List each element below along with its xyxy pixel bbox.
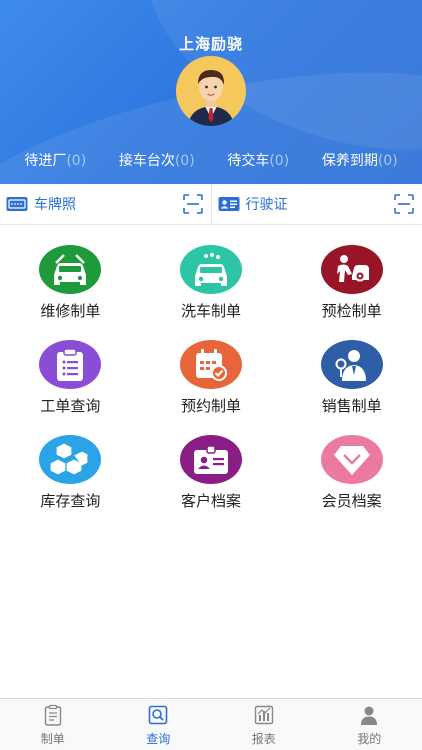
user-icon [361,706,378,725]
grid-item-wash-order[interactable]: 洗车制单 [141,245,282,321]
grid-item-label: 洗车制单 [180,302,241,320]
grid-item-label: 工单查询 [40,397,101,415]
search-doc-icon [148,705,168,725]
grid-item-label: 预约制单 [180,397,241,415]
stats-row: 待进厂(0) 接车台次(0) 待交车(0) 保养到期(0) [0,150,422,172]
scan-bar: 车牌照 行驶证 [0,184,422,225]
diamond-icon [320,435,383,484]
stat-count: (0) [269,153,290,169]
grid-item-repair-order[interactable]: 维修制单 [0,245,141,321]
grid-item-inventory-query[interactable]: 库存查询 [0,435,141,511]
tab-label: 我的 [357,732,382,746]
tab-create-order[interactable]: 制单 [0,699,106,750]
stat-label: 待交车 [227,153,270,169]
tab-reports[interactable]: 报表 [211,699,317,750]
grid-item-work-order-query[interactable]: 工单查询 [0,340,141,416]
bar-chart-icon [254,705,273,725]
avatar[interactable] [176,56,246,126]
scan-icon[interactable] [394,194,414,214]
tab-label: 报表 [251,732,276,746]
grid-item-label: 会员档案 [321,492,382,510]
car-wash-icon [179,245,242,294]
stat-count: (0) [377,153,398,169]
stat-count: (0) [66,153,87,169]
tab-query[interactable]: 查询 [106,699,212,750]
scan-license-label: 行驶证 [245,197,288,213]
grid-item-appointment-order[interactable]: 预约制单 [141,340,282,416]
stat-pending-arrival[interactable]: 待进厂(0) [24,150,86,172]
calendar-check-icon [179,340,242,389]
boxes-icon [39,435,102,484]
grid-item-label: 销售制单 [321,397,382,415]
function-grid: 维修制单 洗车制单 预检制单 工单查询 预约制单 销售制单 库存查询 客户档案 … [0,245,422,511]
scan-plate-button[interactable]: 车牌照 [0,184,211,224]
stat-label: 接车台次 [118,153,175,169]
grid-item-label: 客户档案 [180,492,241,510]
scan-plate-label: 车牌照 [34,197,76,213]
salesperson-icon [320,340,383,389]
stat-pending-delivery[interactable]: 待交车(0) [227,150,289,172]
tab-profile[interactable]: 我的 [317,699,422,750]
grid-item-pre-inspection-order[interactable]: 预检制单 [281,245,422,321]
grid-item-label: 维修制单 [40,302,101,320]
id-card-icon [179,435,242,484]
shop-name: 上海励骁 [178,35,243,53]
businessman-avatar-icon [188,70,234,126]
license-plate-icon [6,197,28,211]
grid-item-label: 预检制单 [321,302,382,320]
tab-label: 制单 [40,732,65,746]
clipboard-icon [44,704,61,726]
grid-item-customer-records[interactable]: 客户档案 [141,435,282,511]
stat-received-vehicles[interactable]: 接车台次(0) [119,150,195,172]
grid-item-member-records[interactable]: 会员档案 [281,435,422,511]
tab-label: 查询 [146,732,171,746]
stat-maintenance-due[interactable]: 保养到期(0) [322,150,398,172]
pre-inspection-icon [320,245,383,294]
scan-license-button[interactable]: 行驶证 [210,184,422,224]
id-card-icon [218,197,239,211]
stat-count: (0) [174,153,195,169]
header-banner: 上海励骁 待进厂(0) 接车台次(0) 待交车(0) 保养到期(0) [0,0,422,184]
stat-label: 待进厂 [24,153,67,169]
stat-label: 保养到期 [321,153,378,169]
scan-icon[interactable] [182,194,203,214]
car-repair-icon [39,245,102,294]
tab-bar: 制单 查询 报表 我的 [0,698,422,750]
grid-item-label: 库存查询 [40,492,101,510]
grid-item-sales-order[interactable]: 销售制单 [281,340,422,416]
clipboard-icon [39,340,102,389]
